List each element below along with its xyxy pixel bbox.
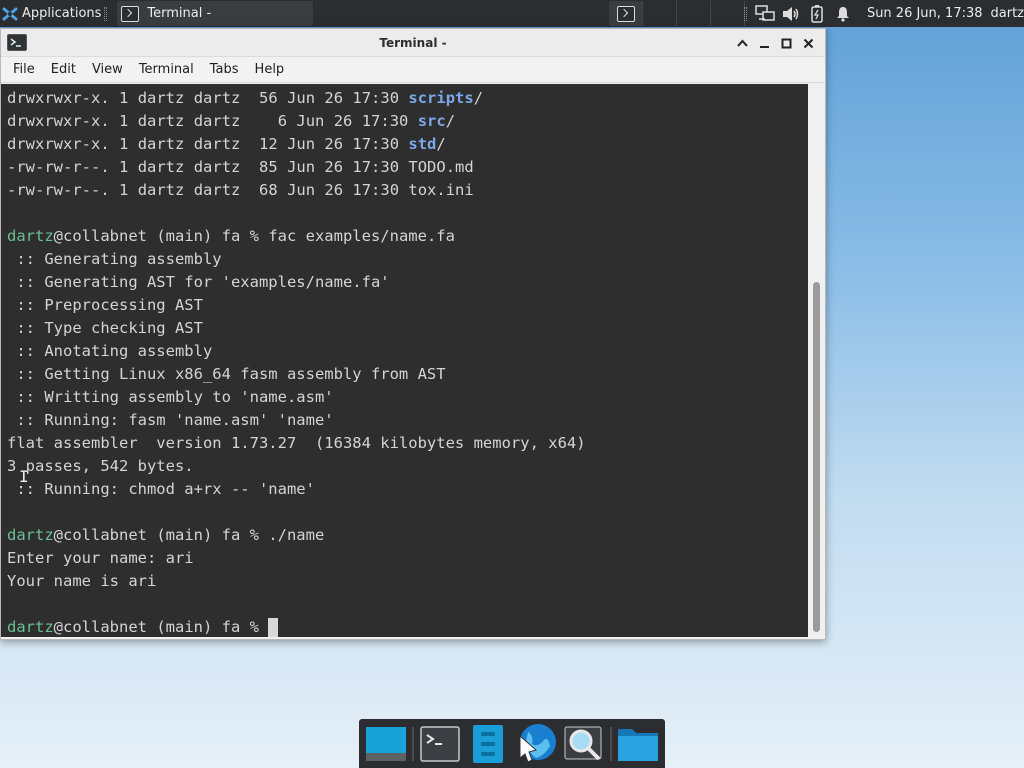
app-finder-icon bbox=[564, 726, 602, 760]
window-controls bbox=[731, 33, 819, 53]
menu-view[interactable]: View bbox=[84, 62, 131, 77]
taskbar-terminal-button[interactable]: Terminal - bbox=[117, 1, 314, 26]
maximize-up-button[interactable] bbox=[731, 33, 753, 53]
prompt-host: @collabnet (main) fa % bbox=[53, 227, 269, 245]
volume-icon[interactable] bbox=[781, 4, 801, 24]
output-line: :: Generating AST for 'examples/name.fa' bbox=[7, 273, 390, 291]
output-line: 3 passes, 542 bytes. bbox=[7, 457, 194, 475]
terminal-screen[interactable]: drwxrwxr-x. 1 dartz dartz 56 Jun 26 17:3… bbox=[1, 84, 808, 637]
command-text: fac examples/name.fa bbox=[268, 227, 455, 245]
dock bbox=[359, 719, 665, 768]
top-panel: Applications Terminal - Sun 26 Jun, 17:3… bbox=[0, 0, 1024, 27]
ls-row: drwxrwxr-x. 1 dartz dartz 56 Jun 26 17:3… bbox=[7, 89, 484, 107]
applications-label: Applications bbox=[22, 6, 102, 21]
terminal-icon bbox=[420, 725, 460, 762]
notification-bell-icon[interactable] bbox=[833, 4, 853, 24]
close-button[interactable] bbox=[797, 33, 819, 53]
output-line: :: Running: fasm 'name.asm' 'name' bbox=[7, 411, 334, 429]
menu-help[interactable]: Help bbox=[247, 62, 293, 77]
prompt-user: dartz bbox=[7, 618, 54, 636]
prompt-host: @collabnet (main) fa % bbox=[53, 526, 269, 544]
output-line: :: Anotating assembly bbox=[7, 342, 213, 360]
file-name: tox.ini bbox=[408, 181, 474, 199]
dock-separator bbox=[610, 726, 612, 761]
dock-terminal[interactable] bbox=[416, 721, 464, 767]
dock-folder[interactable] bbox=[614, 721, 662, 767]
dock-show-desktop[interactable] bbox=[362, 721, 410, 767]
workspace-switcher bbox=[609, 1, 745, 26]
terminal-icon bbox=[616, 5, 635, 22]
menu-file[interactable]: File bbox=[5, 62, 43, 77]
output-line: Enter your name: ari bbox=[7, 549, 194, 567]
output-line: Your name is ari bbox=[7, 572, 157, 590]
text-cursor bbox=[268, 617, 279, 637]
web-browser-icon bbox=[519, 723, 556, 763]
dock-web-browser[interactable] bbox=[512, 721, 560, 767]
menu-edit[interactable]: Edit bbox=[43, 62, 84, 77]
directory-name: scripts bbox=[408, 89, 474, 107]
workspace-1[interactable] bbox=[609, 1, 643, 26]
applications-menu-button[interactable]: Applications bbox=[0, 0, 111, 27]
terminal-scrollbar[interactable] bbox=[808, 84, 825, 637]
terminal-icon bbox=[7, 34, 27, 55]
ls-row: -rw-rw-r--. 1 dartz dartz 85 Jun 26 17:3… bbox=[7, 158, 474, 176]
workspace-4[interactable] bbox=[711, 1, 745, 26]
output-line: :: Preprocessing AST bbox=[7, 296, 203, 314]
taskbar-terminal-label: Terminal - bbox=[147, 6, 212, 21]
output-line: :: Type checking AST bbox=[7, 319, 203, 337]
output-line: :: Getting Linux x86_64 fasm assembly fr… bbox=[7, 365, 446, 383]
output-line: :: Generating assembly bbox=[7, 250, 222, 268]
directory-name: src bbox=[417, 112, 446, 130]
battery-icon[interactable] bbox=[807, 4, 827, 24]
dock-file-manager[interactable] bbox=[464, 721, 512, 767]
minimize-button[interactable] bbox=[753, 33, 775, 53]
user-menu[interactable]: dartz bbox=[991, 6, 1024, 21]
window-title: Terminal - bbox=[379, 35, 447, 50]
mouse-ibeam-cursor: I bbox=[19, 467, 29, 486]
prompt-user: dartz bbox=[7, 526, 54, 544]
terminal-area: drwxrwxr-x. 1 dartz dartz 56 Jun 26 17:3… bbox=[1, 84, 825, 639]
prompt-user: dartz bbox=[7, 227, 54, 245]
directory-name: std bbox=[408, 135, 437, 153]
ls-row: drwxrwxr-x. 1 dartz dartz 6 Jun 26 17:30… bbox=[7, 112, 456, 130]
prompt-line: dartz@collabnet (main) fa % bbox=[7, 616, 808, 637]
prompt-line: dartz@collabnet (main) fa % fac examples… bbox=[7, 225, 808, 248]
file-manager-icon bbox=[473, 724, 503, 763]
show-desktop-icon bbox=[366, 726, 406, 761]
menu-tabs[interactable]: Tabs bbox=[202, 62, 247, 77]
command-text: ./name bbox=[268, 526, 325, 544]
window-titlebar[interactable]: Terminal - bbox=[1, 29, 825, 57]
ls-row: -rw-rw-r--. 1 dartz dartz 68 Jun 26 17:3… bbox=[7, 181, 474, 199]
menu-terminal[interactable]: Terminal bbox=[131, 62, 202, 77]
menu-bar: File Edit View Terminal Tabs Help bbox=[1, 57, 825, 83]
workspace-2[interactable] bbox=[643, 1, 677, 26]
workspace-3[interactable] bbox=[677, 1, 711, 26]
system-tray: Sun 26 Jun, 17:38 dartz bbox=[743, 0, 1024, 27]
xfce-icon bbox=[2, 7, 18, 20]
maximize-button[interactable] bbox=[775, 33, 797, 53]
terminal-window: Terminal - File Edit View Terminal Tabs … bbox=[0, 28, 826, 640]
prompt-host: @collabnet (main) fa % bbox=[53, 618, 269, 636]
terminal-icon bbox=[121, 5, 140, 22]
panel-separator bbox=[743, 6, 747, 21]
panel-separator bbox=[104, 6, 108, 21]
output-line: :: Writting assembly to 'name.asm' bbox=[7, 388, 334, 406]
file-name: TODO.md bbox=[408, 158, 474, 176]
prompt-line: dartz@collabnet (main) fa % ./name bbox=[7, 524, 808, 547]
scrollbar-thumb[interactable] bbox=[813, 282, 820, 632]
folder-icon bbox=[618, 728, 658, 761]
dock-app-finder[interactable] bbox=[560, 721, 608, 767]
clock[interactable]: Sun 26 Jun, 17:38 bbox=[867, 6, 983, 21]
network-icon[interactable] bbox=[755, 4, 775, 24]
ls-row: drwxrwxr-x. 1 dartz dartz 12 Jun 26 17:3… bbox=[7, 135, 446, 153]
output-line: flat assembler version 1.73.27 (16384 ki… bbox=[7, 434, 586, 452]
output-line: :: Running: chmod a+rx -- 'name' bbox=[7, 480, 315, 498]
dock-separator bbox=[412, 726, 414, 761]
